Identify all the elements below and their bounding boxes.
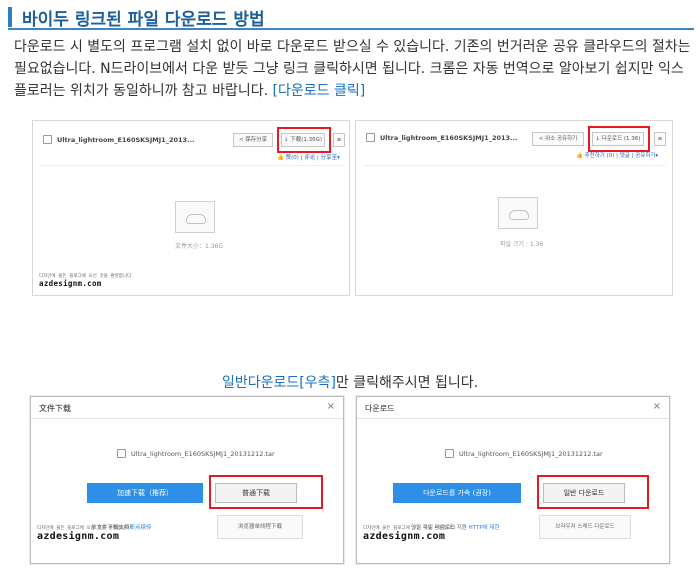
dialog-file-name: Ultra_lightroom_E160SKSJMJ1_20131212.tar	[131, 450, 275, 458]
caption-highlight: 일반다운로드[우측]	[221, 375, 336, 391]
browser-download-tip: 브라우저 스레드 다운로드	[539, 515, 631, 539]
watermark: 디자인에 물든 블로그에 오신 것을 환영합니다 azdesignm.com	[363, 525, 455, 542]
dialog-title: 文件下载	[39, 404, 71, 413]
description-paragraph: 다운로드 시 별도의 프로그램 설치 없이 바로 다운로드 받으실 수 있습니다…	[14, 36, 694, 102]
close-icon[interactable]: ×	[653, 401, 661, 412]
dialog-title: 다운로드	[365, 404, 395, 413]
watermark-brand: azdesignm.com	[37, 531, 120, 542]
file-size-text: 파일 크기 : 1.36	[500, 241, 544, 248]
baidu-page-screenshot-chinese: Ultra_lightroom_E160SKSJMJ1_2013... < 保存…	[32, 120, 350, 296]
more-menu-icon[interactable]: ≡	[333, 133, 345, 147]
file-icon	[366, 133, 375, 142]
watermark-brand: azdesignm.com	[39, 279, 102, 288]
watermark-brand: azdesignm.com	[363, 531, 446, 542]
accelerated-download-button[interactable]: 다운로드를 가속 (권장)	[393, 483, 521, 503]
watermark: 디자인에 물든 블로그에 오신 것을 환영합니다 azdesignm.com	[37, 525, 129, 542]
download-dialog-korean: 다운로드 × Ultra_lightroom_E160SKSJMJ1_20131…	[356, 396, 670, 564]
file-name: Ultra_lightroom_E160SKSJMJ1_2013...	[380, 134, 518, 142]
watermark: 디자인에 물든 블로그에 오신 것을 환영합니다 azdesignm.com	[39, 273, 131, 288]
file-icon	[445, 449, 454, 458]
baidu-page-screenshot-korean: Ultra_lightroom_E160SKSJMJ1_2013... < 위소…	[355, 120, 673, 296]
cloud-file-icon	[498, 197, 538, 229]
normal-download-highlight-box	[209, 475, 323, 509]
divider	[41, 165, 343, 166]
file-name: Ultra_lightroom_E160SKSJMJ1_2013...	[57, 136, 195, 144]
file-icon	[43, 135, 52, 144]
dialog-header: 文件下载 ×	[31, 397, 343, 419]
dialog-file-name: Ultra_lightroom_E160SKSJMJ1_20131212.tar	[459, 450, 603, 458]
section-heading: 바이두 링크된 파일 다운로드 방법	[8, 4, 694, 30]
tip-link[interactable]: 断点续传	[130, 525, 152, 531]
save-share-button[interactable]: < 保存分享	[233, 133, 273, 147]
save-share-button[interactable]: < 위소 공유하기	[532, 132, 584, 146]
download-dialog-chinese: 文件下载 × Ultra_lightroom_E160SKSJMJ1_20131…	[30, 396, 344, 564]
download-highlight-box	[277, 127, 331, 153]
caption-rest: 만 클릭해주시면 됩니다.	[335, 375, 479, 391]
dialog-header: 다운로드 ×	[357, 397, 669, 419]
meta-links[interactable]: 👍 추천하기 (0) | 댓글 | 공유하기▾	[576, 151, 658, 159]
page-title: 바이두 링크된 파일 다운로드 방법	[22, 10, 265, 30]
close-icon[interactable]: ×	[327, 401, 335, 412]
meta-links[interactable]: 👍 赞(0) | 评论 | 分享至▾	[277, 153, 340, 161]
download-click-link[interactable]: [다운로드 클릭]	[273, 83, 366, 99]
normal-download-highlight-box	[537, 475, 649, 509]
file-icon	[117, 449, 126, 458]
download-highlight-box	[588, 126, 650, 152]
divider	[364, 165, 666, 166]
cloud-file-icon	[175, 201, 215, 233]
instruction-caption: 일반다운로드[우측]만 클릭해주시면 됩니다.	[0, 372, 700, 392]
tip-link[interactable]: HTTP에 대한	[469, 525, 500, 531]
file-size-text: 文件大小：1.36G	[175, 243, 224, 250]
accelerated-download-button[interactable]: 加速下载（推荐）	[87, 483, 203, 503]
more-menu-icon[interactable]: ≡	[654, 132, 666, 146]
browser-download-tip: 浏览器单线程下载	[217, 515, 303, 539]
heading-accent-bar	[8, 7, 12, 27]
